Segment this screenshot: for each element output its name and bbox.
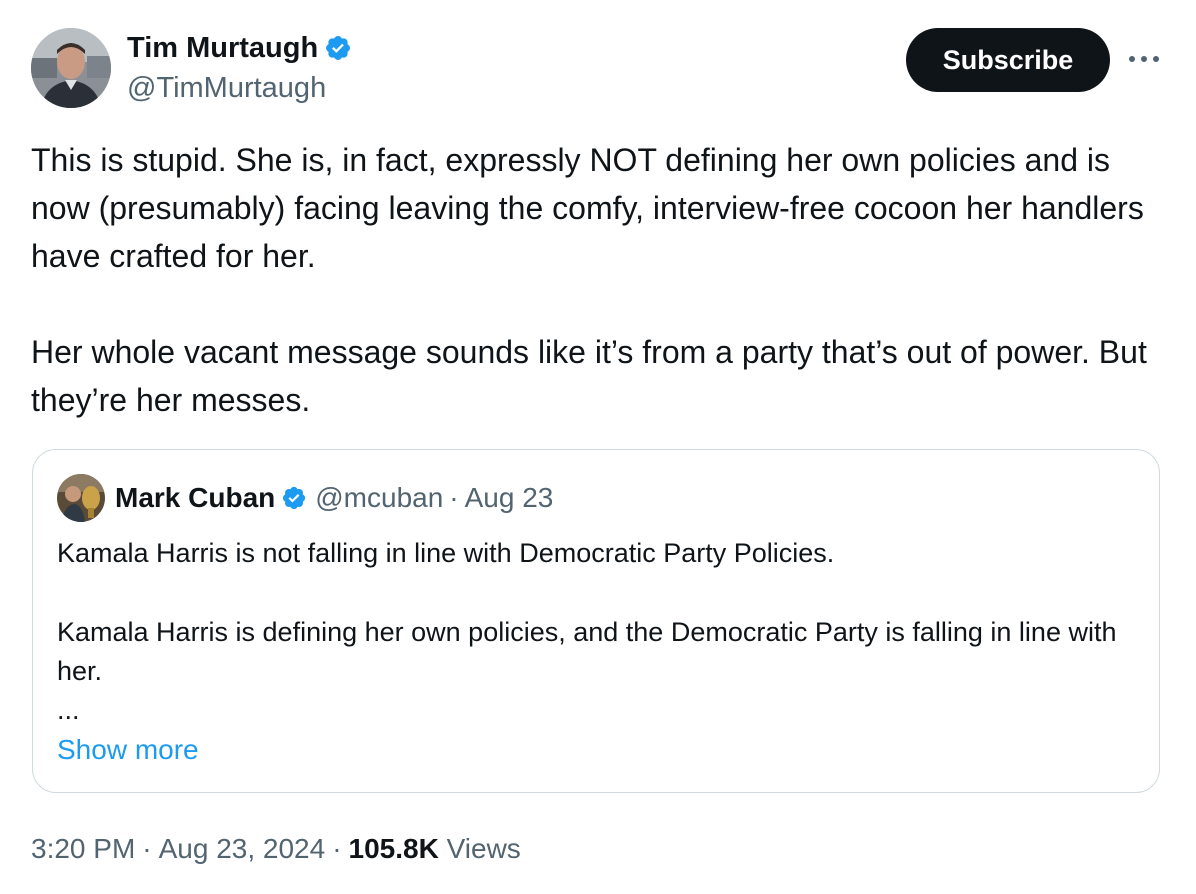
more-horizontal-icon[interactable] <box>1124 44 1164 74</box>
tweet-paragraph: Her whole vacant message sounds like it’… <box>31 334 1147 418</box>
quoted-author-avatar[interactable] <box>57 474 105 522</box>
views-count: 105.8K <box>348 833 439 864</box>
quoted-tweet-date[interactable]: Aug 23 <box>465 478 554 518</box>
views-label: Views <box>446 833 521 864</box>
quoted-paragraph: Kamala Harris is not falling in line wit… <box>57 538 835 568</box>
quoted-author-avatar-image <box>57 474 105 522</box>
author-avatar[interactable] <box>31 28 111 108</box>
tweet-date[interactable]: Aug 23, 2024 <box>159 833 326 864</box>
author-avatar-image <box>31 28 111 108</box>
meta-separator: · <box>332 833 342 864</box>
meta-separator: · <box>142 833 152 864</box>
quoted-tweet-text: Kamala Harris is not falling in line wit… <box>57 534 1137 725</box>
author-name-text: Tim Murtaugh <box>127 32 319 64</box>
quoted-tweet-header: Mark Cuban @mcuban · Aug 23 <box>115 478 553 518</box>
show-more-link[interactable]: Show more <box>57 730 199 770</box>
tweet-time[interactable]: 3:20 PM <box>31 833 135 864</box>
author-name[interactable]: Tim Murtaugh <box>127 28 352 68</box>
tweet-meta: 3:20 PM · Aug 23, 2024 · 105.8K Views <box>31 828 521 870</box>
verified-badge-icon <box>281 485 307 511</box>
verified-badge-icon <box>324 34 352 62</box>
quoted-author-handle[interactable]: @mcuban <box>315 478 443 518</box>
quoted-author-name[interactable]: Mark Cuban <box>115 478 275 518</box>
quoted-header-separator: · <box>449 482 459 513</box>
tweet-paragraph: This is stupid. She is, in fact, express… <box>31 142 1144 274</box>
tweet-text: This is stupid. She is, in fact, express… <box>31 136 1171 424</box>
quoted-tweet-card[interactable]: Mark Cuban @mcuban · Aug 23 Kamala Harri… <box>32 449 1160 793</box>
quoted-ellipsis: ... <box>57 695 80 725</box>
author-handle[interactable]: @TimMurtaugh <box>127 68 326 108</box>
quoted-paragraph: Kamala Harris is defining her own polici… <box>57 617 1117 686</box>
subscribe-button[interactable]: Subscribe <box>906 28 1110 92</box>
